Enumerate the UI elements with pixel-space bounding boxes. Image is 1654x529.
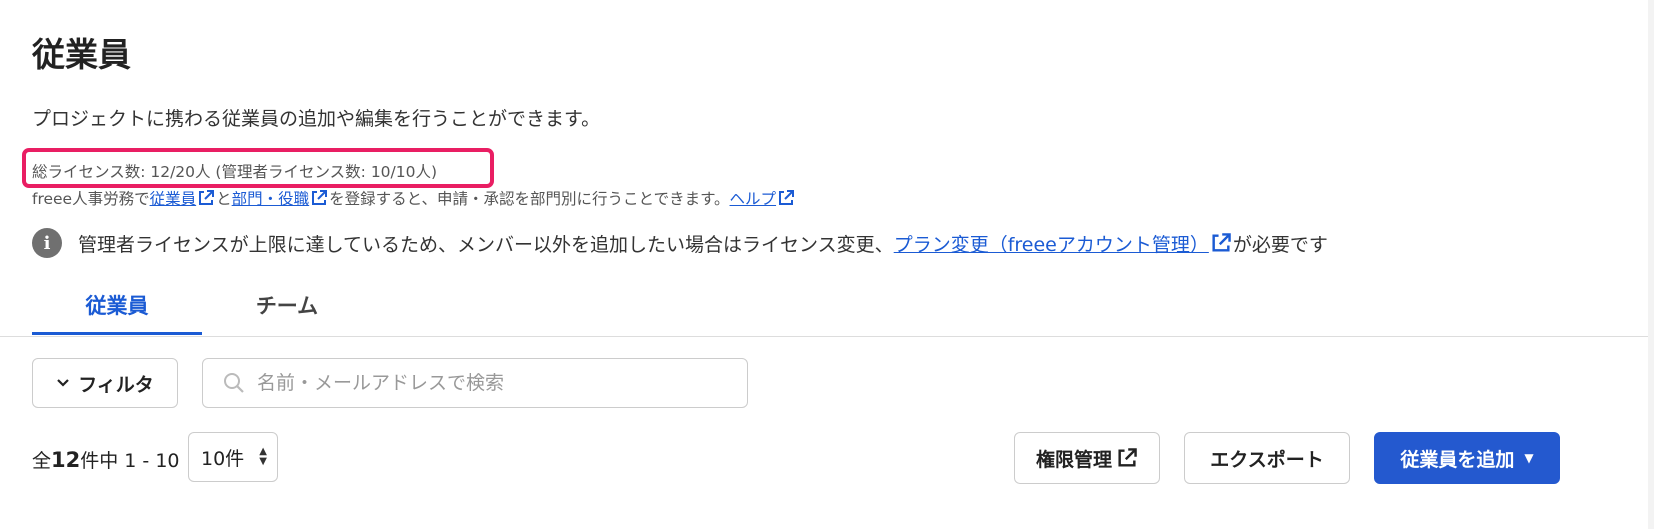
external-link-icon <box>312 190 328 205</box>
search-box <box>202 358 748 408</box>
external-link-icon <box>199 190 215 205</box>
record-count: 全12件中 1 - 10 <box>32 448 180 472</box>
add-employee-button[interactable]: 従業員を追加 ▼ <box>1374 432 1560 484</box>
page-title: 従業員 <box>32 35 131 74</box>
export-button[interactable]: エクスポート <box>1184 432 1350 484</box>
tab-employees[interactable]: 従業員 <box>32 290 202 335</box>
per-page-value: 10件 <box>201 447 245 470</box>
tab-divider <box>0 336 1648 337</box>
search-icon <box>224 373 244 393</box>
external-link-icon <box>779 190 795 205</box>
hr-info-prefix: freee人事労務で <box>32 190 150 208</box>
license-limit-notice: i 管理者ライセンスが上限に達しているため、メンバー以外を追加したい場合はライセ… <box>32 228 1328 258</box>
chevron-down-icon <box>57 379 69 387</box>
external-link-icon <box>1118 448 1137 467</box>
notice-text-after: が必要です <box>1232 233 1328 256</box>
departments-link[interactable]: 部門・役職 <box>232 190 310 208</box>
per-page-select[interactable]: 10件 ▲ ▼ <box>188 432 278 482</box>
page-scrollbar[interactable] <box>1648 0 1654 529</box>
total-count: 12 <box>51 448 81 472</box>
tab-bar: 従業員 チーム <box>32 290 372 335</box>
hr-info-middle: を登録すると、申請・承認を部門別に行うことできます。 <box>329 190 730 208</box>
employees-link[interactable]: 従業員 <box>150 190 197 208</box>
filter-label: フィルタ <box>78 373 154 396</box>
notice-text-before: 管理者ライセンスが上限に達しているため、メンバー以外を追加したい場合はライセンス… <box>78 233 894 256</box>
caret-down-icon: ▼ <box>1524 451 1534 465</box>
info-icon: i <box>32 228 62 258</box>
select-arrows-icon: ▲ ▼ <box>259 446 267 467</box>
tab-teams[interactable]: チーム <box>202 290 372 335</box>
help-link[interactable]: ヘルプ <box>730 190 777 208</box>
hr-info-connector: と <box>216 190 232 208</box>
page-description: プロジェクトに携わる従業員の追加や編集を行うことができます。 <box>32 108 601 130</box>
plan-change-link[interactable]: プラン変更（freeeアカウント管理） <box>894 230 1209 257</box>
permissions-button[interactable]: 権限管理 <box>1014 432 1160 484</box>
external-link-icon <box>1212 233 1231 252</box>
hr-integration-info: freee人事労務で従業員 と部門・役職 を登録すると、申請・承認を部門別に行うこと… <box>32 187 796 209</box>
filter-button[interactable]: フィルタ <box>32 358 178 408</box>
license-count: 総ライセンス数: 12/20人 (管理者ライセンス数: 10/10人) <box>32 163 438 181</box>
search-input[interactable] <box>255 371 719 395</box>
